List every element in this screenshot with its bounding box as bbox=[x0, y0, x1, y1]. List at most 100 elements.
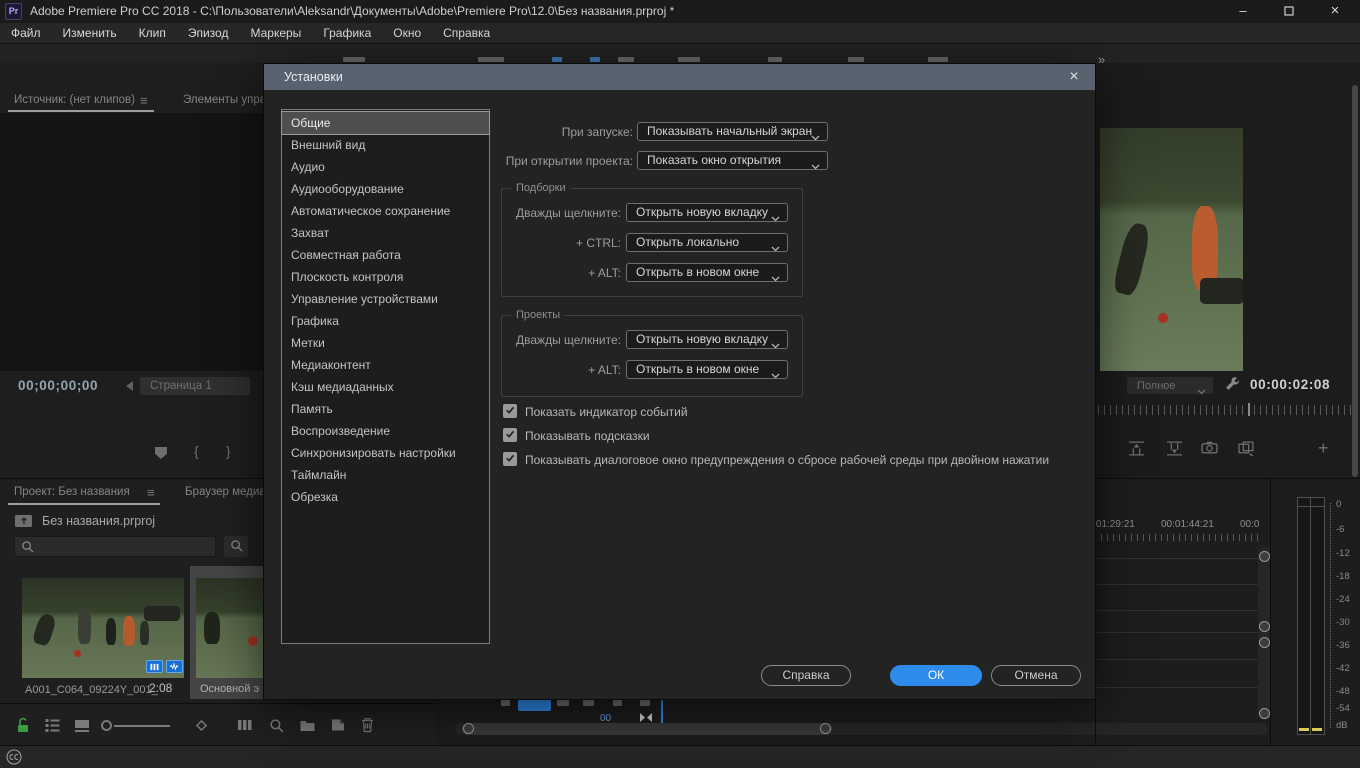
startup-select[interactable]: Показывать начальный экран bbox=[637, 122, 828, 141]
menu-clip[interactable]: Клип bbox=[128, 26, 177, 40]
category-item[interactable]: Синхронизировать настройки bbox=[282, 442, 489, 464]
scroll-knob[interactable] bbox=[820, 723, 831, 734]
category-item[interactable]: Обрезка bbox=[282, 486, 489, 508]
zoom-slider-track[interactable] bbox=[114, 725, 170, 727]
workspace-tab-fragment[interactable] bbox=[678, 57, 700, 62]
creative-cloud-icon[interactable] bbox=[6, 749, 22, 768]
prev-page-icon[interactable] bbox=[126, 380, 134, 394]
lock-open-icon[interactable] bbox=[16, 717, 30, 733]
timeline-ruler[interactable] bbox=[1077, 534, 1259, 541]
category-item[interactable]: Управление устройствами bbox=[282, 288, 489, 310]
help-button[interactable]: Справка bbox=[761, 665, 851, 686]
menu-edit[interactable]: Изменить bbox=[52, 26, 128, 40]
extract-icon[interactable] bbox=[1166, 441, 1183, 459]
project-file-name[interactable]: Без названия.prproj bbox=[42, 514, 155, 528]
menu-window[interactable]: Окно bbox=[382, 26, 432, 40]
lift-icon[interactable] bbox=[1128, 441, 1145, 459]
workspace-tab-fragment[interactable] bbox=[928, 57, 948, 62]
scroll-knob[interactable] bbox=[463, 723, 474, 734]
list-view-icon[interactable] bbox=[44, 718, 61, 732]
program-monitor-video[interactable] bbox=[1100, 128, 1243, 371]
project-search-field[interactable] bbox=[14, 536, 216, 557]
bins-ctrl-select[interactable]: Открыть локально bbox=[626, 233, 788, 252]
category-item[interactable]: Воспроизведение bbox=[282, 420, 489, 442]
scroll-knob[interactable] bbox=[1259, 708, 1270, 719]
checkbox-label[interactable]: Показывать диалоговое окно предупреждени… bbox=[525, 453, 1049, 467]
filmstrip-icon[interactable] bbox=[237, 719, 253, 731]
bins-dblclick-select[interactable]: Открыть новую вкладку bbox=[626, 203, 788, 222]
scroll-knob[interactable] bbox=[1259, 637, 1270, 648]
program-playhead-marker[interactable] bbox=[1248, 403, 1250, 416]
new-bin-icon[interactable] bbox=[299, 719, 316, 732]
menu-markers[interactable]: Маркеры bbox=[239, 26, 312, 40]
zoom-slider-handle[interactable] bbox=[101, 720, 112, 731]
project-panel-menu-icon[interactable]: ≡ bbox=[147, 485, 155, 500]
hscroll-thumb[interactable] bbox=[462, 723, 832, 735]
workspace-tab-fragment[interactable] bbox=[848, 57, 864, 62]
clip-thumbnail[interactable] bbox=[22, 578, 184, 678]
mark-out-icon[interactable]: } bbox=[226, 443, 231, 459]
panel-edge-scrollbar[interactable] bbox=[1352, 85, 1358, 477]
search-bin-button[interactable] bbox=[224, 536, 248, 557]
workspace-tab-fragment[interactable] bbox=[343, 57, 365, 62]
scroll-knob[interactable] bbox=[1259, 551, 1270, 562]
menu-sequence[interactable]: Эпизод bbox=[177, 26, 240, 40]
settings-wrench-icon[interactable] bbox=[1224, 376, 1240, 395]
category-item[interactable]: Аудиооборудование bbox=[282, 178, 489, 200]
trash-icon[interactable] bbox=[361, 717, 374, 733]
tab-source[interactable]: Источник: (нет клипов) bbox=[14, 94, 135, 106]
audio-meter[interactable] bbox=[1297, 497, 1325, 735]
new-item-icon[interactable] bbox=[331, 718, 345, 732]
menu-file[interactable]: Файл bbox=[0, 26, 52, 40]
tab-project[interactable]: Проект: Без названия bbox=[14, 486, 130, 498]
source-panel-menu-icon[interactable]: ≡ bbox=[140, 93, 148, 108]
clip-name[interactable]: Основной э bbox=[200, 683, 259, 695]
checkbox-label[interactable]: Показать индикатор событий bbox=[525, 405, 688, 419]
dialog-close-icon[interactable]: × bbox=[1063, 66, 1085, 88]
icon-view-icon[interactable] bbox=[74, 719, 90, 732]
projects-dblclick-select[interactable]: Открыть новую вкладку bbox=[626, 330, 788, 349]
page-selector[interactable]: Страница 1 bbox=[140, 377, 250, 395]
close-window-button[interactable]: × bbox=[1318, 0, 1352, 23]
category-item[interactable]: Графика bbox=[282, 310, 489, 332]
zoom-level-select[interactable]: Полное bbox=[1127, 377, 1213, 394]
find-icon[interactable] bbox=[269, 718, 284, 733]
checkbox-tooltips[interactable] bbox=[503, 428, 517, 442]
automate-sequence-icon[interactable] bbox=[194, 718, 209, 733]
workspace-tab-fragment[interactable] bbox=[478, 57, 504, 62]
export-media-icon[interactable] bbox=[1238, 441, 1255, 459]
search-input[interactable] bbox=[39, 537, 213, 556]
menu-help[interactable]: Справка bbox=[432, 26, 501, 40]
category-item[interactable]: Кэш медиаданных bbox=[282, 376, 489, 398]
workspace-overflow-chevron[interactable]: » bbox=[1098, 52, 1105, 67]
checkbox-event-indicator[interactable] bbox=[503, 404, 517, 418]
bins-alt-select[interactable]: Открыть в новом окне bbox=[626, 263, 788, 282]
add-button-icon[interactable]: + bbox=[1318, 438, 1329, 459]
export-frame-camera-icon[interactable] bbox=[1201, 441, 1218, 457]
projects-alt-select[interactable]: Открыть в новом окне bbox=[626, 360, 788, 379]
workspace-tab-fragment[interactable] bbox=[590, 57, 600, 62]
workspace-tab-fragment[interactable] bbox=[618, 57, 634, 62]
workspace-tab-fragment[interactable] bbox=[552, 57, 562, 62]
menu-graphics[interactable]: Графика bbox=[312, 26, 382, 40]
audio-badge-icon[interactable] bbox=[166, 660, 183, 673]
clip-name[interactable]: A001_C064_09224Y_001_ bbox=[25, 684, 158, 696]
maximize-button[interactable] bbox=[1272, 0, 1306, 23]
workspace-tab-fragment[interactable] bbox=[768, 57, 782, 62]
cancel-button[interactable]: Отмена bbox=[991, 665, 1081, 686]
category-item[interactable]: Таймлайн bbox=[282, 464, 489, 486]
dialog-titlebar[interactable]: Установки bbox=[264, 64, 1095, 90]
checkbox-workspace-warning[interactable] bbox=[503, 452, 517, 466]
mark-in-icon[interactable]: { bbox=[194, 443, 199, 459]
source-timecode[interactable]: 00;00;00;00 bbox=[18, 378, 98, 393]
tab-effect-controls[interactable]: Элементы управ bbox=[183, 94, 272, 106]
checkbox-label[interactable]: Показывать подсказки bbox=[525, 429, 650, 443]
video-badge-icon[interactable] bbox=[146, 660, 163, 673]
program-mini-ruler[interactable] bbox=[1098, 405, 1352, 415]
minimize-button[interactable]: – bbox=[1226, 0, 1260, 23]
open-project-select[interactable]: Показать окно открытия bbox=[637, 151, 828, 170]
scroll-knob[interactable] bbox=[1259, 621, 1270, 632]
category-item[interactable]: Память bbox=[282, 398, 489, 420]
navigate-up-icon[interactable] bbox=[14, 513, 33, 531]
ok-button[interactable]: ОК bbox=[890, 665, 982, 686]
